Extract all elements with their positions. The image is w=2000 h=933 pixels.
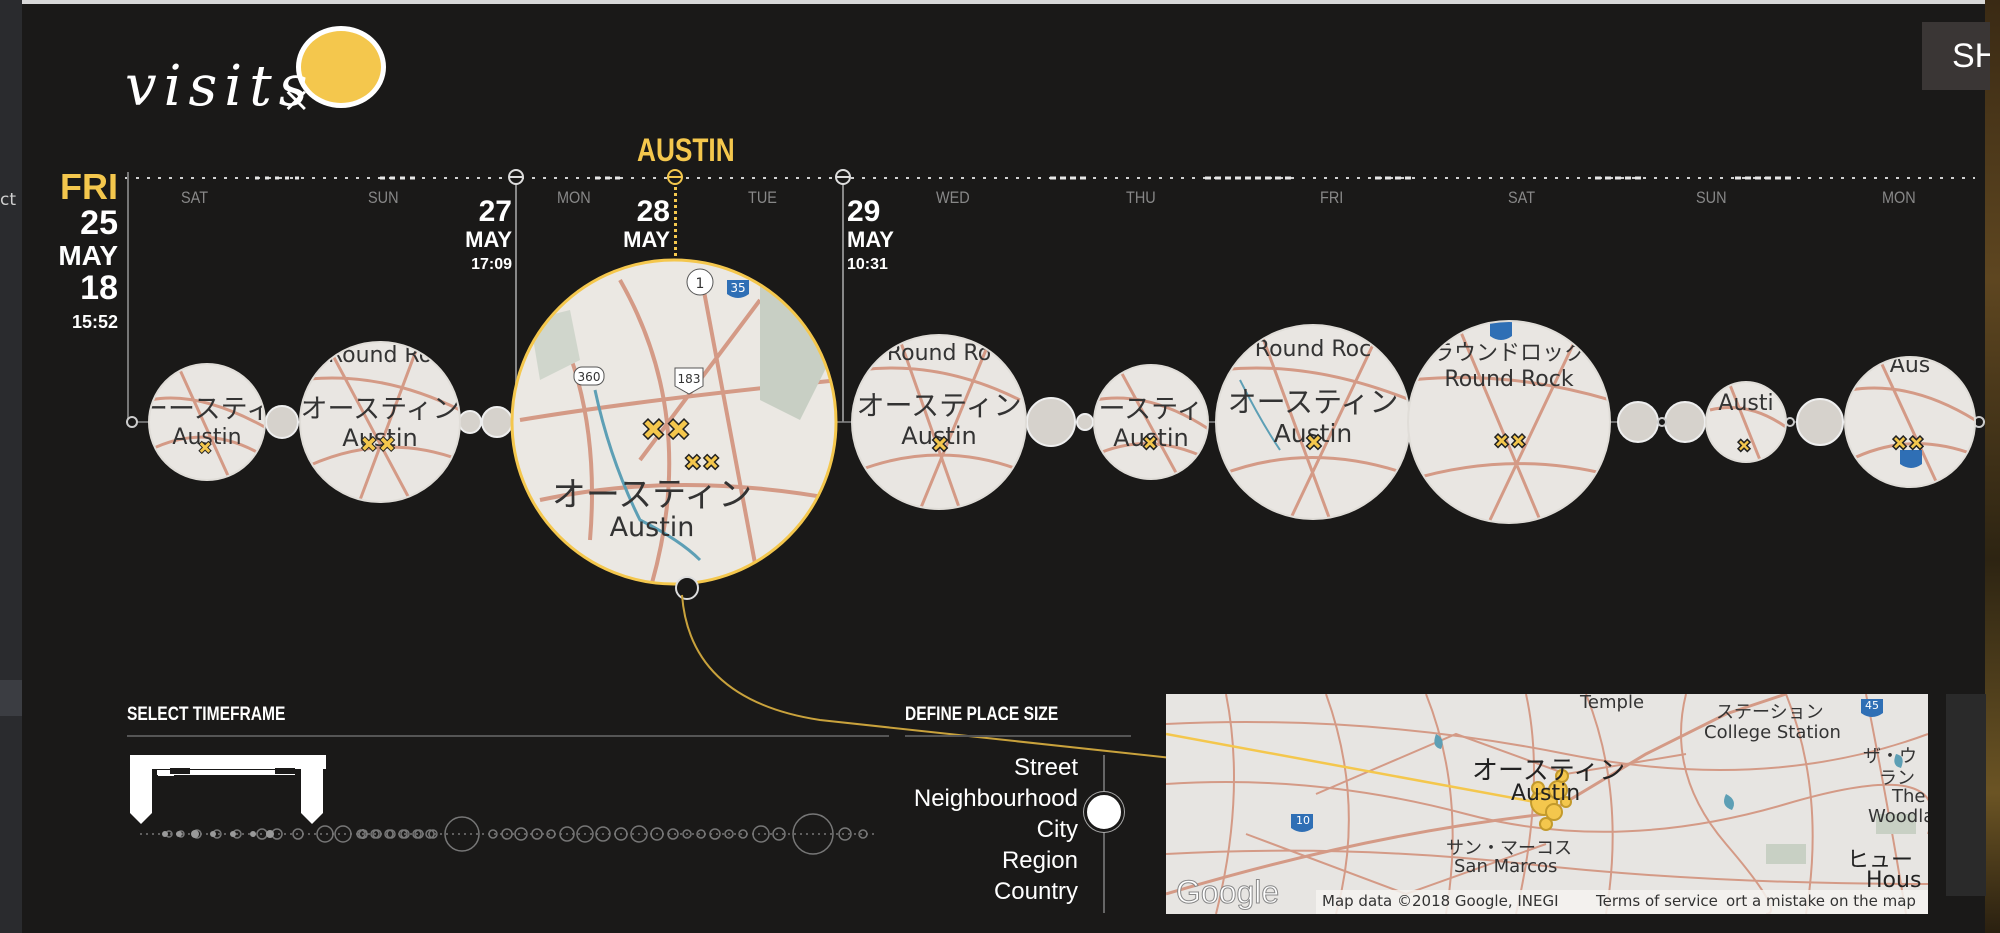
map-label: Woodla	[1868, 806, 1928, 827]
map-label: Temple	[1580, 694, 1645, 713]
size-option-country[interactable]: Country	[838, 876, 1078, 907]
svg-text:✖✖: ✖✖	[1891, 431, 1925, 455]
svg-text:✖: ✖	[1142, 431, 1159, 455]
map-label: San Marcos	[1454, 856, 1558, 877]
svg-text:35: 35	[730, 281, 745, 295]
visit-bubble: Round Ro オースティン Austin ✖✖	[300, 342, 460, 502]
svg-text:オースティン: オースティン	[857, 389, 1022, 422]
map-side-panel[interactable]	[1946, 694, 1986, 896]
svg-text:✖: ✖	[197, 438, 212, 459]
map-label: College Station	[1704, 722, 1841, 743]
place-size-options[interactable]: Street Neighbourhood City Region Country	[838, 752, 1078, 907]
divider	[905, 735, 1131, 737]
svg-text:Round Roc: Round Roc	[1255, 337, 1371, 362]
place-size-title: DEFINE PLACE SIZE	[905, 704, 1059, 725]
map-label: 45	[1865, 699, 1879, 712]
svg-text:1: 1	[696, 276, 705, 292]
visit-bubble: ーースティ Austin ✖	[141, 364, 273, 480]
svg-text:オースティン: オースティン	[1228, 385, 1399, 419]
svg-text:360: 360	[578, 370, 601, 384]
visit-bubble: Austi ✖	[1706, 382, 1786, 462]
size-slider-track[interactable]	[1103, 755, 1105, 913]
report-error-link[interactable]: ort a mistake on the map	[1726, 892, 1916, 910]
map-label: 10	[1296, 814, 1310, 827]
svg-text:Austin: Austin	[610, 512, 695, 543]
svg-text:183: 183	[678, 372, 701, 386]
map-label: Austin	[1511, 781, 1581, 806]
svg-text:Austi: Austi	[1718, 391, 1773, 416]
timeframe-range[interactable]	[130, 755, 326, 824]
svg-text:ラウンドロック: ラウンドロック	[1432, 341, 1586, 366]
svg-text:✖: ✖	[1736, 436, 1751, 457]
visit-bubble: Aus ✖✖	[1845, 357, 1975, 487]
svg-text:ースティ: ースティ	[1098, 394, 1203, 425]
timeframe-selector[interactable]	[125, 748, 885, 858]
svg-text:✖: ✖	[1305, 431, 1323, 456]
map-label: The	[1892, 786, 1926, 807]
svg-text:✖✖: ✖✖	[684, 451, 721, 476]
svg-text:✖✖: ✖✖	[641, 413, 691, 448]
size-slider-handle[interactable]	[1084, 792, 1124, 832]
map-label: ステーション	[1716, 702, 1824, 723]
svg-text:✖✖: ✖✖	[360, 433, 397, 458]
svg-text:✖✖: ✖✖	[1493, 429, 1527, 453]
size-option-region[interactable]: Region	[838, 845, 1078, 876]
visit-bubble: ースティ Austin ✖	[1094, 365, 1208, 479]
detail-map[interactable]: Temple ステーション College Station オースティン Aus…	[1166, 694, 1928, 914]
terms-link[interactable]: Terms of service	[1596, 892, 1718, 910]
size-option-neighbourhood[interactable]: Neighbourhood	[838, 783, 1078, 814]
divider	[127, 735, 889, 737]
svg-text:Round Ro: Round Ro	[328, 343, 432, 368]
svg-text:オースティン: オースティン	[300, 394, 459, 425]
svg-text:✖: ✖	[931, 433, 949, 458]
size-option-city[interactable]: City	[838, 814, 1078, 845]
svg-text:Round Ro: Round Ro	[887, 341, 991, 366]
svg-text:Round Rock: Round Rock	[1444, 367, 1573, 392]
bubble-city-jp: ーースティ	[141, 394, 273, 425]
size-option-street[interactable]: Street	[838, 752, 1078, 783]
svg-text:オースティン: オースティン	[552, 475, 752, 515]
timeframe-title: SELECT TIMEFRAME	[127, 704, 286, 725]
map-data-credit: Map data ©2018 Google, INEGI	[1322, 892, 1559, 910]
google-logo: Google	[1175, 874, 1280, 911]
